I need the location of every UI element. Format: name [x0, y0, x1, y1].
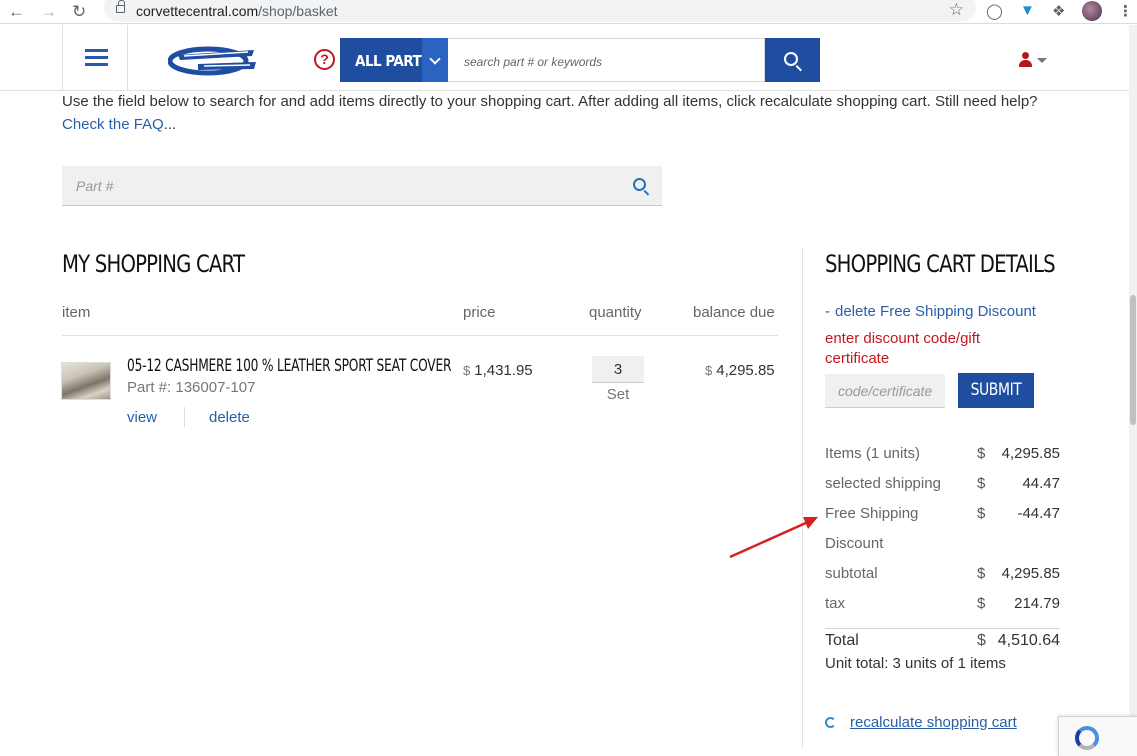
- user-menu-caret-icon[interactable]: [1037, 58, 1047, 63]
- balance-currency: $: [705, 363, 713, 378]
- corvette-central-logo[interactable]: [168, 42, 260, 76]
- url-text[interactable]: corvettecentral.com/shop/basket: [136, 3, 338, 19]
- user-icon[interactable]: [1019, 52, 1032, 68]
- summary-currency: $: [977, 475, 986, 492]
- discount-code-input[interactable]: code/certificate: [825, 374, 945, 408]
- delete-discount-label: delete Free Shipping Discount: [835, 303, 1036, 320]
- url-path: /shop/basket: [258, 3, 338, 19]
- extensions-puzzle-icon[interactable]: ❖: [1052, 2, 1065, 20]
- cart-title: MY SHOPPING CART: [62, 250, 245, 278]
- delete-discount-dash: -: [825, 303, 830, 320]
- browser-toolbar: ← → ↻ corvettecentral.com/shop/basket ☆ …: [0, 0, 1137, 24]
- summary-value: -44.47: [1017, 505, 1060, 522]
- search-icon[interactable]: [633, 178, 646, 191]
- intro-paragraph: Use the field below to search for and ad…: [62, 93, 1038, 110]
- header-search-input[interactable]: search part # or keywords: [448, 38, 765, 82]
- total-divider: [825, 628, 1060, 629]
- column-divider: [802, 248, 803, 749]
- summary-label: subtotal: [825, 565, 878, 582]
- browser-menu-icon[interactable]: ⋮: [1118, 2, 1133, 20]
- summary-label: Items (1 units): [825, 445, 921, 462]
- product-name[interactable]: 05-12 CASHMERE 100 % LEATHER SPORT SEAT …: [127, 356, 451, 376]
- chevron-down-icon[interactable]: [422, 38, 448, 82]
- extension-shield-icon[interactable]: ◯: [986, 2, 1003, 20]
- extension-v-icon[interactable]: ▼: [1020, 2, 1035, 19]
- product-thumbnail[interactable]: [61, 362, 111, 400]
- column-header-balance: balance due: [693, 304, 775, 321]
- cart-divider: [62, 335, 778, 336]
- recaptcha-badge[interactable]: [1058, 716, 1137, 756]
- hamburger-icon[interactable]: [62, 25, 128, 91]
- product-part-number: Part #: 136007-107: [127, 379, 256, 396]
- part-number-input[interactable]: Part #: [62, 166, 662, 206]
- page-scrollbar[interactable]: [1129, 25, 1137, 749]
- price-value: 1,431.95: [474, 362, 533, 379]
- recalculate-link[interactable]: recalculate shopping cart: [825, 714, 1017, 731]
- scrollbar-thumb[interactable]: [1130, 295, 1136, 425]
- unit-total: Unit total: 3 units of 1 items: [825, 655, 1006, 672]
- delete-link[interactable]: delete: [209, 409, 250, 426]
- delete-discount-link[interactable]: - delete Free Shipping Discount: [825, 303, 1036, 320]
- star-icon[interactable]: ☆: [949, 0, 964, 20]
- column-header-price: price: [463, 304, 496, 321]
- summary-currency: $: [977, 595, 986, 612]
- address-bar[interactable]: corvettecentral.com/shop/basket ☆: [104, 0, 976, 22]
- summary-currency: $: [977, 505, 986, 522]
- column-header-quantity: quantity: [589, 304, 642, 321]
- faq-link[interactable]: Check the FAQ: [62, 116, 164, 133]
- submit-label: SUBMIT: [970, 380, 1022, 400]
- search-icon: [784, 52, 798, 66]
- quantity-input[interactable]: 3: [592, 356, 644, 383]
- link-separator: [184, 407, 185, 427]
- faq-suffix: ...: [163, 116, 177, 133]
- summary-label: selected shipping: [825, 475, 941, 492]
- lock-icon: [116, 0, 125, 13]
- site-header: ? ALL PARTS search part # or keywords: [0, 25, 1137, 91]
- total-currency: $: [977, 632, 986, 649]
- summary-label: Free Shipping: [825, 505, 919, 522]
- total-label: Total: [825, 632, 859, 649]
- profile-avatar[interactable]: [1082, 1, 1102, 21]
- refresh-icon: [825, 717, 836, 728]
- summary-label: tax: [825, 595, 846, 612]
- summary-value: 44.47: [1022, 475, 1060, 492]
- column-header-item: item: [62, 304, 91, 321]
- forward-icon[interactable]: →: [40, 2, 57, 22]
- recaptcha-icon: [1075, 726, 1099, 750]
- header-search-button[interactable]: [765, 38, 820, 82]
- summary-value: 4,295.85: [1001, 565, 1060, 582]
- url-domain: corvettecentral.com: [136, 3, 259, 19]
- balance-value: 4,295.85: [716, 362, 775, 379]
- summary-value: 4,295.85: [1001, 445, 1060, 462]
- intro-text: Use the field below to search for and ad…: [62, 90, 1072, 136]
- part-number-placeholder: Part #: [76, 178, 114, 194]
- all-parts-dropdown[interactable]: ALL PARTS: [340, 38, 448, 82]
- total-value: 4,510.64: [997, 632, 1060, 649]
- quantity-unit: Set: [606, 386, 630, 403]
- submit-button[interactable]: SUBMIT: [958, 373, 1034, 408]
- item-price: $1,431.95: [463, 362, 533, 379]
- item-balance: $4,295.85: [705, 362, 775, 379]
- all-parts-label: ALL PARTS: [355, 52, 431, 70]
- back-icon[interactable]: ←: [8, 2, 25, 22]
- summary-currency: $: [977, 445, 986, 462]
- discount-code-label: enter discount code/gift certificate: [825, 330, 981, 367]
- summary-currency: $: [977, 565, 986, 582]
- help-icon[interactable]: ?: [314, 49, 335, 70]
- details-title: SHOPPING CART DETAILS: [825, 250, 1056, 278]
- summary-value: 214.79: [1014, 595, 1060, 612]
- reload-icon[interactable]: ↻: [72, 2, 86, 22]
- view-link[interactable]: view: [127, 409, 157, 426]
- recalculate-label: recalculate shopping cart: [850, 714, 1017, 731]
- summary-label: Discount: [825, 535, 884, 552]
- price-currency: $: [463, 363, 471, 378]
